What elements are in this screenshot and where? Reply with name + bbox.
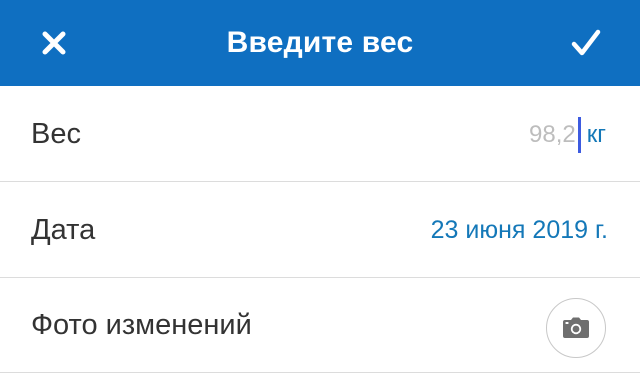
checkmark-icon [571, 29, 601, 56]
weight-unit: кг [586, 120, 606, 148]
close-button[interactable] [33, 22, 75, 64]
date-value[interactable]: 23 июня 2019 г. [431, 216, 608, 245]
weight-input[interactable]: 98,2 [529, 121, 576, 149]
photo-label: Фото изменений [31, 308, 252, 341]
text-caret [577, 116, 581, 153]
photo-row: Фото изменений [0, 278, 640, 373]
weight-row[interactable]: Вес 98,2 кг [0, 87, 640, 182]
page-title: Введите вес [226, 26, 414, 59]
camera-icon [563, 317, 589, 338]
close-icon [42, 31, 66, 55]
weight-field[interactable]: 98,2 кг [529, 87, 606, 182]
confirm-button[interactable] [565, 22, 607, 64]
top-bar: Введите вес [0, 0, 640, 86]
weight-label: Вес [31, 117, 81, 150]
add-photo-button[interactable] [546, 298, 606, 358]
date-row[interactable]: Дата 23 июня 2019 г. [0, 183, 640, 278]
date-label: Дата [31, 213, 96, 246]
